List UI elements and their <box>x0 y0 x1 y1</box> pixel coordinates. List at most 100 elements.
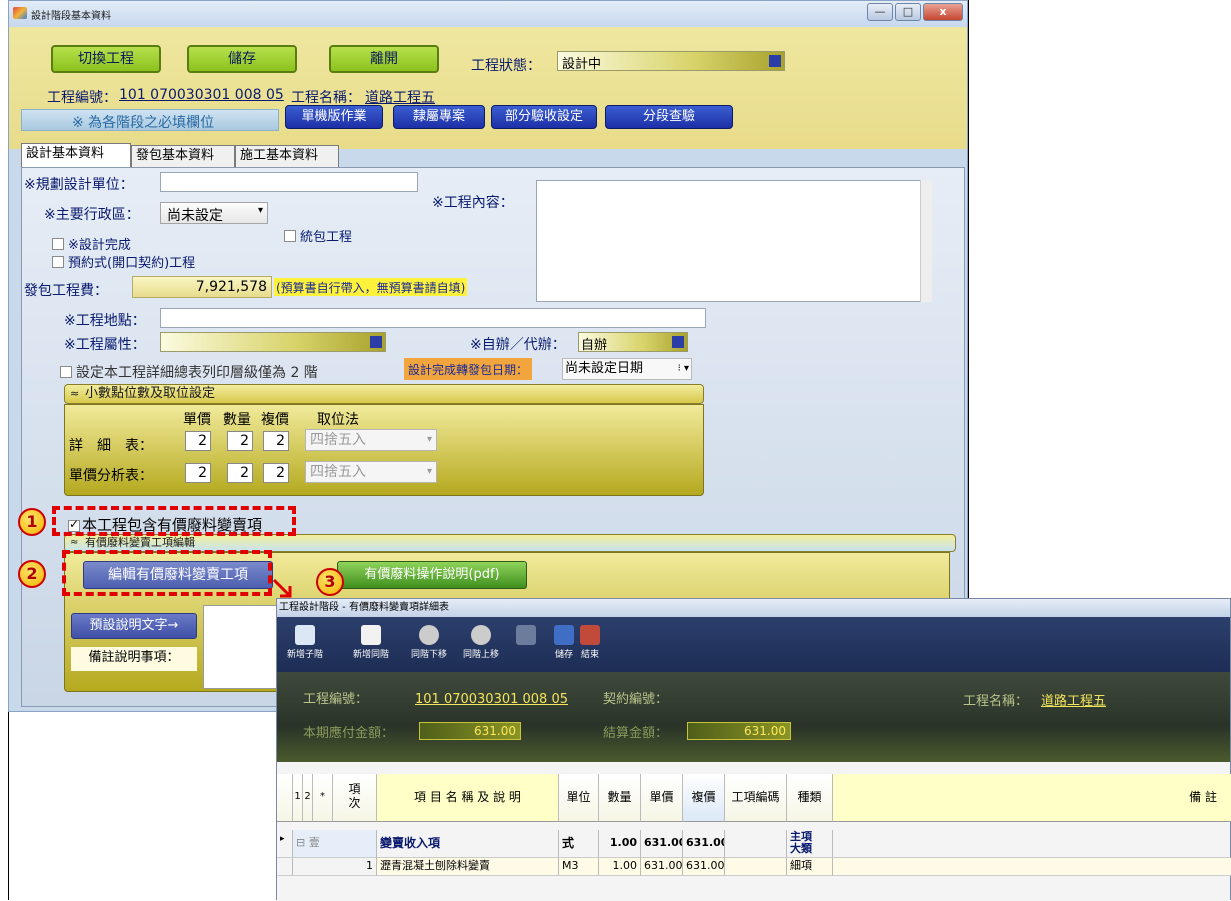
contract-fee-field[interactable]: 7,921,578 <box>132 276 272 298</box>
grid-row-header <box>277 774 293 822</box>
row2-unit[interactable]: M3 <box>559 858 599 876</box>
contract-fee-label: 發包工程費： <box>24 283 108 299</box>
planning-unit-label: ※規劃設計單位： <box>24 177 134 193</box>
row2-name[interactable]: 瀝青混凝土刨除料變賣 <box>377 858 559 876</box>
row1-total[interactable]: 631.00 <box>683 830 725 858</box>
decimal-section-header[interactable]: ≈ 小數點位數及取位設定 <box>64 384 704 404</box>
row1-code[interactable] <box>725 830 787 858</box>
row2-kind[interactable]: 細項 <box>787 858 833 876</box>
row1-price[interactable]: 631.00 <box>641 830 683 858</box>
tree-collapse-icon[interactable]: ⊟ <box>296 836 305 849</box>
analysis-unit-price-digits[interactable]: 2 <box>185 463 211 483</box>
self-label: ※自辦／代辦： <box>470 337 566 353</box>
dropdown-icon <box>370 336 382 348</box>
row2-total[interactable]: 631.00 <box>683 858 725 876</box>
collapse-icon[interactable]: ≈ <box>70 385 79 403</box>
spinner-icon[interactable]: ⁝ ▾ <box>678 359 689 379</box>
project-belong-button[interactable]: 隸屬專案 <box>393 105 485 129</box>
row1-kind[interactable]: 主項 大類 <box>787 830 833 858</box>
move-down-button[interactable]: 同階下移 <box>405 621 453 669</box>
w2-project-no-value: 101 070030301 008 05 <box>415 692 569 707</box>
row1-qty[interactable]: 1.00 <box>599 830 641 858</box>
level-2-toggle[interactable]: 2 <box>303 774 313 822</box>
project-status-field: 設計中 <box>557 51 785 72</box>
leave-button[interactable]: 離開 <box>329 45 439 73</box>
move-up-button[interactable]: 同階上移 <box>457 621 505 669</box>
window2-toolbar: 新增子階 新增同階 同階下移 同階上移 儲存 結束 <box>277 617 1230 672</box>
admin-region-select[interactable]: 尚未設定 ▾ <box>160 202 268 224</box>
minimize-button[interactable]: — <box>867 3 893 21</box>
detail-quantity-digits[interactable]: 2 <box>227 431 253 451</box>
tab-contract-basic[interactable]: 發包基本資料 <box>131 145 235 167</box>
w2-project-name-label: 工程名稱： <box>963 694 1029 709</box>
admin-region-label: ※主要行政區： <box>44 207 140 223</box>
row2-price[interactable]: 631.00 <box>641 858 683 876</box>
level-1-toggle[interactable]: 1 <box>293 774 303 822</box>
level-all-toggle[interactable]: * <box>313 774 333 822</box>
detail-table-label: 詳 細 表： <box>69 438 153 454</box>
package-label: 統包工程 <box>300 230 353 245</box>
w2-project-name-value: 道路工程五 <box>1041 694 1107 709</box>
partial-acceptance-button[interactable]: 部分驗收設定 <box>491 105 597 129</box>
design-complete-checkbox[interactable] <box>52 238 64 250</box>
project-status-value: 設計中 <box>562 57 602 72</box>
contract-fee-note: (預算書自行帶入，無預算書請自填) <box>274 278 468 296</box>
row2-qty[interactable]: 1.00 <box>599 858 641 876</box>
row1-name[interactable]: 變賣收入項 <box>377 830 559 858</box>
location-input[interactable] <box>160 308 706 328</box>
print-level-checkbox[interactable] <box>60 366 72 378</box>
exit-button[interactable]: 結束 <box>579 621 601 669</box>
collapse-icon[interactable]: ≈ <box>70 535 78 551</box>
table-row[interactable]: ⊟ 壹 <box>293 830 377 858</box>
print-level-label: 設定本工程詳細總表列印層級僅為 2 階 <box>76 365 318 381</box>
analysis-total-digits[interactable]: 2 <box>263 463 289 483</box>
standalone-button[interactable]: 單機版作業 <box>285 105 383 129</box>
segment-inspection-button[interactable]: 分段查驗 <box>605 105 733 129</box>
w2-contract-no-label: 契約編號： <box>603 692 669 707</box>
detail-total-digits[interactable]: 2 <box>263 431 289 451</box>
tab-design-basic[interactable]: 設計基本資料 <box>21 143 131 167</box>
content-scrollbar[interactable] <box>920 180 932 302</box>
content-textarea[interactable] <box>536 180 932 302</box>
add-sibling-button[interactable]: 新增同階 <box>349 621 393 669</box>
row1-unit[interactable]: 式 <box>559 830 599 858</box>
package-checkbox[interactable] <box>284 230 296 242</box>
save-button[interactable]: 儲存 <box>187 45 297 73</box>
add-child-icon <box>295 625 315 645</box>
exit-icon <box>580 625 600 645</box>
step-badge-2: 2 <box>18 560 46 588</box>
delete-icon <box>516 625 536 645</box>
row-pointer-cell <box>277 858 293 876</box>
contract-type-checkbox[interactable] <box>52 256 64 268</box>
table-row[interactable]: 1 <box>293 858 377 876</box>
switch-project-button[interactable]: 切換工程 <box>51 45 161 73</box>
attribute-select[interactable] <box>160 332 386 352</box>
planning-unit-input[interactable] <box>160 172 418 192</box>
arrow-icon <box>272 578 294 600</box>
dropdown-icon[interactable] <box>769 55 781 67</box>
col-unit: 單位 <box>559 774 599 822</box>
self-select[interactable]: 自辦 <box>578 332 688 353</box>
save-button-2[interactable]: 儲存 <box>553 621 575 669</box>
analysis-rounding-select[interactable]: 四捨五入 ▾ <box>305 461 437 483</box>
arrow-down-icon <box>419 625 439 645</box>
row2-code[interactable] <box>725 858 787 876</box>
col-qty: 數量 <box>599 774 641 822</box>
row2-remarks[interactable] <box>833 858 1231 876</box>
save-label: 儲存 <box>554 650 573 660</box>
default-text-button[interactable]: 預設說明文字→ <box>71 613 197 639</box>
detail-rounding-select[interactable]: 四捨五入 ▾ <box>305 429 437 451</box>
transfer-date-picker[interactable]: 尚未設定日期 ⁝ ▾ <box>562 358 692 380</box>
scrap-pdf-button[interactable]: 有價廢料操作說明(pdf) <box>337 561 527 589</box>
add-child-label: 新增子階 <box>286 650 323 660</box>
delete-button[interactable] <box>513 621 539 669</box>
detail-unit-price-digits[interactable]: 2 <box>185 431 211 451</box>
close-button[interactable]: x <box>923 3 963 21</box>
row1-remarks[interactable] <box>833 830 1231 858</box>
window2-title: 工程設計階段 - 有價廢料變賣項詳細表 <box>277 599 1230 617</box>
add-child-button[interactable]: 新增子階 <box>285 621 325 669</box>
tab-construction-basic[interactable]: 施工基本資料 <box>235 145 339 167</box>
analysis-quantity-digits[interactable]: 2 <box>227 463 253 483</box>
maximize-button[interactable]: □ <box>895 3 921 21</box>
dropdown-icon <box>672 336 684 348</box>
